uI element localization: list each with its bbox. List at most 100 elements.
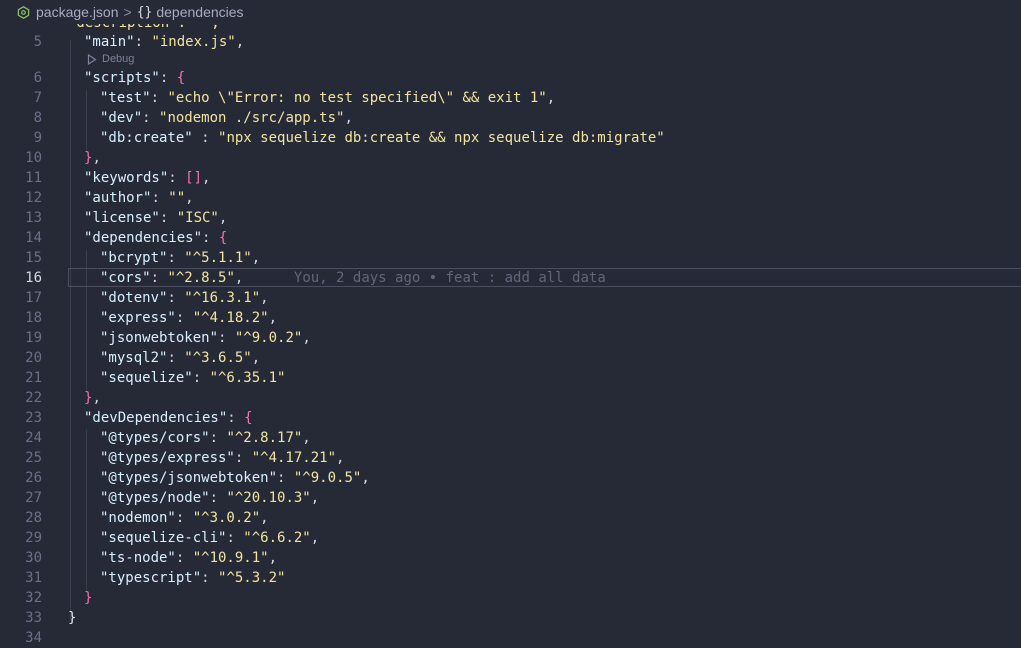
code-line[interactable]: 15 "bcrypt": "^5.1.1", xyxy=(0,248,1021,268)
json-key: "sequelize-cli" xyxy=(100,530,227,546)
line-number: 13 xyxy=(25,210,42,226)
code-text: "keywords": [], xyxy=(84,168,210,188)
json-value: "npx sequelize db:create && npx sequeliz… xyxy=(218,130,665,146)
code-text: "license": "ISC", xyxy=(84,208,227,228)
breadcrumb-symbol[interactable]: dependencies xyxy=(156,4,243,20)
code-line[interactable]: 31 "typescript": "^5.3.2" xyxy=(0,568,1021,588)
comma: , xyxy=(92,150,101,166)
json-key: "license" xyxy=(84,210,160,226)
line-number: 34 xyxy=(25,630,42,646)
line-number: 10 xyxy=(25,150,42,166)
code-line[interactable]: 7 "test": "echo \"Error: no test specifie… xyxy=(0,88,1021,108)
code-line[interactable]: 32} xyxy=(0,588,1021,608)
code-text: } xyxy=(84,588,92,608)
code-line[interactable]: 34 xyxy=(0,628,1021,648)
code-line[interactable]: 21 "sequelize": "^6.35.1" xyxy=(0,368,1021,388)
code-text: "dev": "nodemon ./src/app.ts", xyxy=(100,108,353,128)
debug-codelens[interactable]: Debug xyxy=(87,52,134,66)
code-line[interactable]: 12 "author": "", xyxy=(0,188,1021,208)
json-key: "scripts" xyxy=(84,70,160,86)
code-text: "@types/node": "^20.10.3", xyxy=(100,488,319,508)
close-brace: } xyxy=(84,590,93,606)
json-key: "@types/express" xyxy=(100,450,235,466)
code-line[interactable]: 5 "main": "index.js", xyxy=(0,32,1021,52)
json-value: "^5.1.1" xyxy=(184,250,252,266)
line-number: 5 xyxy=(33,34,42,50)
comma: , xyxy=(251,250,261,266)
line-number: 14 xyxy=(25,230,42,246)
comma: , xyxy=(546,90,556,106)
comma: , xyxy=(310,490,320,506)
colon: : xyxy=(142,110,160,126)
code-line[interactable]: 14 "dependencies": { xyxy=(0,228,1021,248)
json-key: "cors" xyxy=(100,270,151,286)
code-line[interactable]: 28 "nodemon": "^3.0.2", xyxy=(0,508,1021,528)
code-text: "dependencies": { xyxy=(84,228,227,248)
json-value: "^10.9.1" xyxy=(192,550,269,566)
json-key: "@types/cors" xyxy=(100,430,210,446)
line-number: 28 xyxy=(25,510,42,526)
colon: : xyxy=(209,490,227,506)
comma: , xyxy=(302,330,311,346)
colon: : xyxy=(277,470,294,486)
close-brace: } xyxy=(68,610,77,626)
code-line[interactable]: 26 "@types/jsonwebtoken": "^9.0.5", xyxy=(0,468,1021,488)
code-line[interactable]: 10}, xyxy=(0,148,1021,168)
comma: , xyxy=(260,510,269,526)
comma: , xyxy=(361,470,370,486)
comma: , xyxy=(268,550,278,566)
code-text: "@types/jsonwebtoken": "^9.0.5", xyxy=(100,468,370,488)
json-key: "dotenv" xyxy=(100,290,168,306)
comma: , xyxy=(185,190,194,206)
code-line[interactable]: 29 "sequelize-cli": "^6.6.2", xyxy=(0,528,1021,548)
breadcrumb-file[interactable]: package.json xyxy=(36,4,119,20)
code-line[interactable]: 30 "ts-node": "^10.9.1", xyxy=(0,548,1021,568)
colon: : xyxy=(192,130,219,146)
comma: , xyxy=(268,310,278,326)
code-line[interactable]: 27 "@types/node": "^20.10.3", xyxy=(0,488,1021,508)
json-key: "@types/jsonwebtoken" xyxy=(100,470,278,486)
code-line[interactable]: 17 "dotenv": "^16.3.1", xyxy=(0,288,1021,308)
code-line[interactable]: 11 "keywords": [], xyxy=(0,168,1021,188)
code-text: "ts-node": "^10.9.1", xyxy=(100,548,277,568)
json-value: "^5.3.2" xyxy=(218,570,286,586)
code-editor[interactable]: "description": "", Debug 5"main": "index… xyxy=(0,0,1021,648)
comma: , xyxy=(251,350,261,366)
json-key: "nodemon" xyxy=(100,510,176,526)
line-number: 32 xyxy=(25,590,42,606)
code-text: "sequelize": "^6.35.1" xyxy=(100,368,285,388)
json-value: "index.js" xyxy=(151,34,236,50)
code-line[interactable]: 20 "mysql2": "^3.6.5", xyxy=(0,348,1021,368)
colon: : xyxy=(167,290,185,306)
code-line[interactable]: 24 "@types/cors": "^2.8.17", xyxy=(0,428,1021,448)
code-line[interactable]: 18 "express": "^4.18.2", xyxy=(0,308,1021,328)
code-line[interactable]: 9 "db:create" : "npx sequelize db:create … xyxy=(0,128,1021,148)
comma: , xyxy=(302,430,311,446)
code-line[interactable]: 16 "cors": "^2.8.5", You, 2 days ago • fe… xyxy=(0,268,1021,288)
code-text: "nodemon": "^3.0.2", xyxy=(100,508,269,528)
code-text: "scripts": { xyxy=(84,68,185,88)
line-number: 23 xyxy=(25,410,42,426)
json-key: "devDependencies" xyxy=(84,410,228,426)
code-line[interactable]: 23 "devDependencies": { xyxy=(0,408,1021,428)
line-number: 25 xyxy=(25,450,42,466)
json-value: "^4.18.2" xyxy=(192,310,269,326)
code-text: "cors": "^2.8.5", You, 2 days ago • feat… xyxy=(100,268,606,288)
code-line[interactable]: 8 "dev": "nodemon ./src/app.ts", xyxy=(0,108,1021,128)
code-line[interactable]: 25 "@types/express": "^4.17.21", xyxy=(0,448,1021,468)
chevron-right-icon: > xyxy=(123,4,132,20)
code-line[interactable]: 19 "jsonwebtoken": "^9.0.2", xyxy=(0,328,1021,348)
code-text: "devDependencies": { xyxy=(84,408,253,428)
code-line[interactable]: 22}, xyxy=(0,388,1021,408)
colon: : xyxy=(192,370,210,386)
code-line[interactable]: 13 "license": "ISC", xyxy=(0,208,1021,228)
code-line[interactable]: 6 "scripts": { xyxy=(0,68,1021,88)
colon: : xyxy=(175,550,193,566)
code-text: "express": "^4.18.2", xyxy=(100,308,277,328)
line-number: 16 xyxy=(25,270,42,286)
code-line[interactable]: 33} xyxy=(0,608,1021,628)
json-key: "ts-node" xyxy=(100,550,176,566)
json-value: "^9.0.5" xyxy=(293,470,362,486)
colon: : xyxy=(175,510,193,526)
code-text: "@types/express": "^4.17.21", xyxy=(100,448,344,468)
